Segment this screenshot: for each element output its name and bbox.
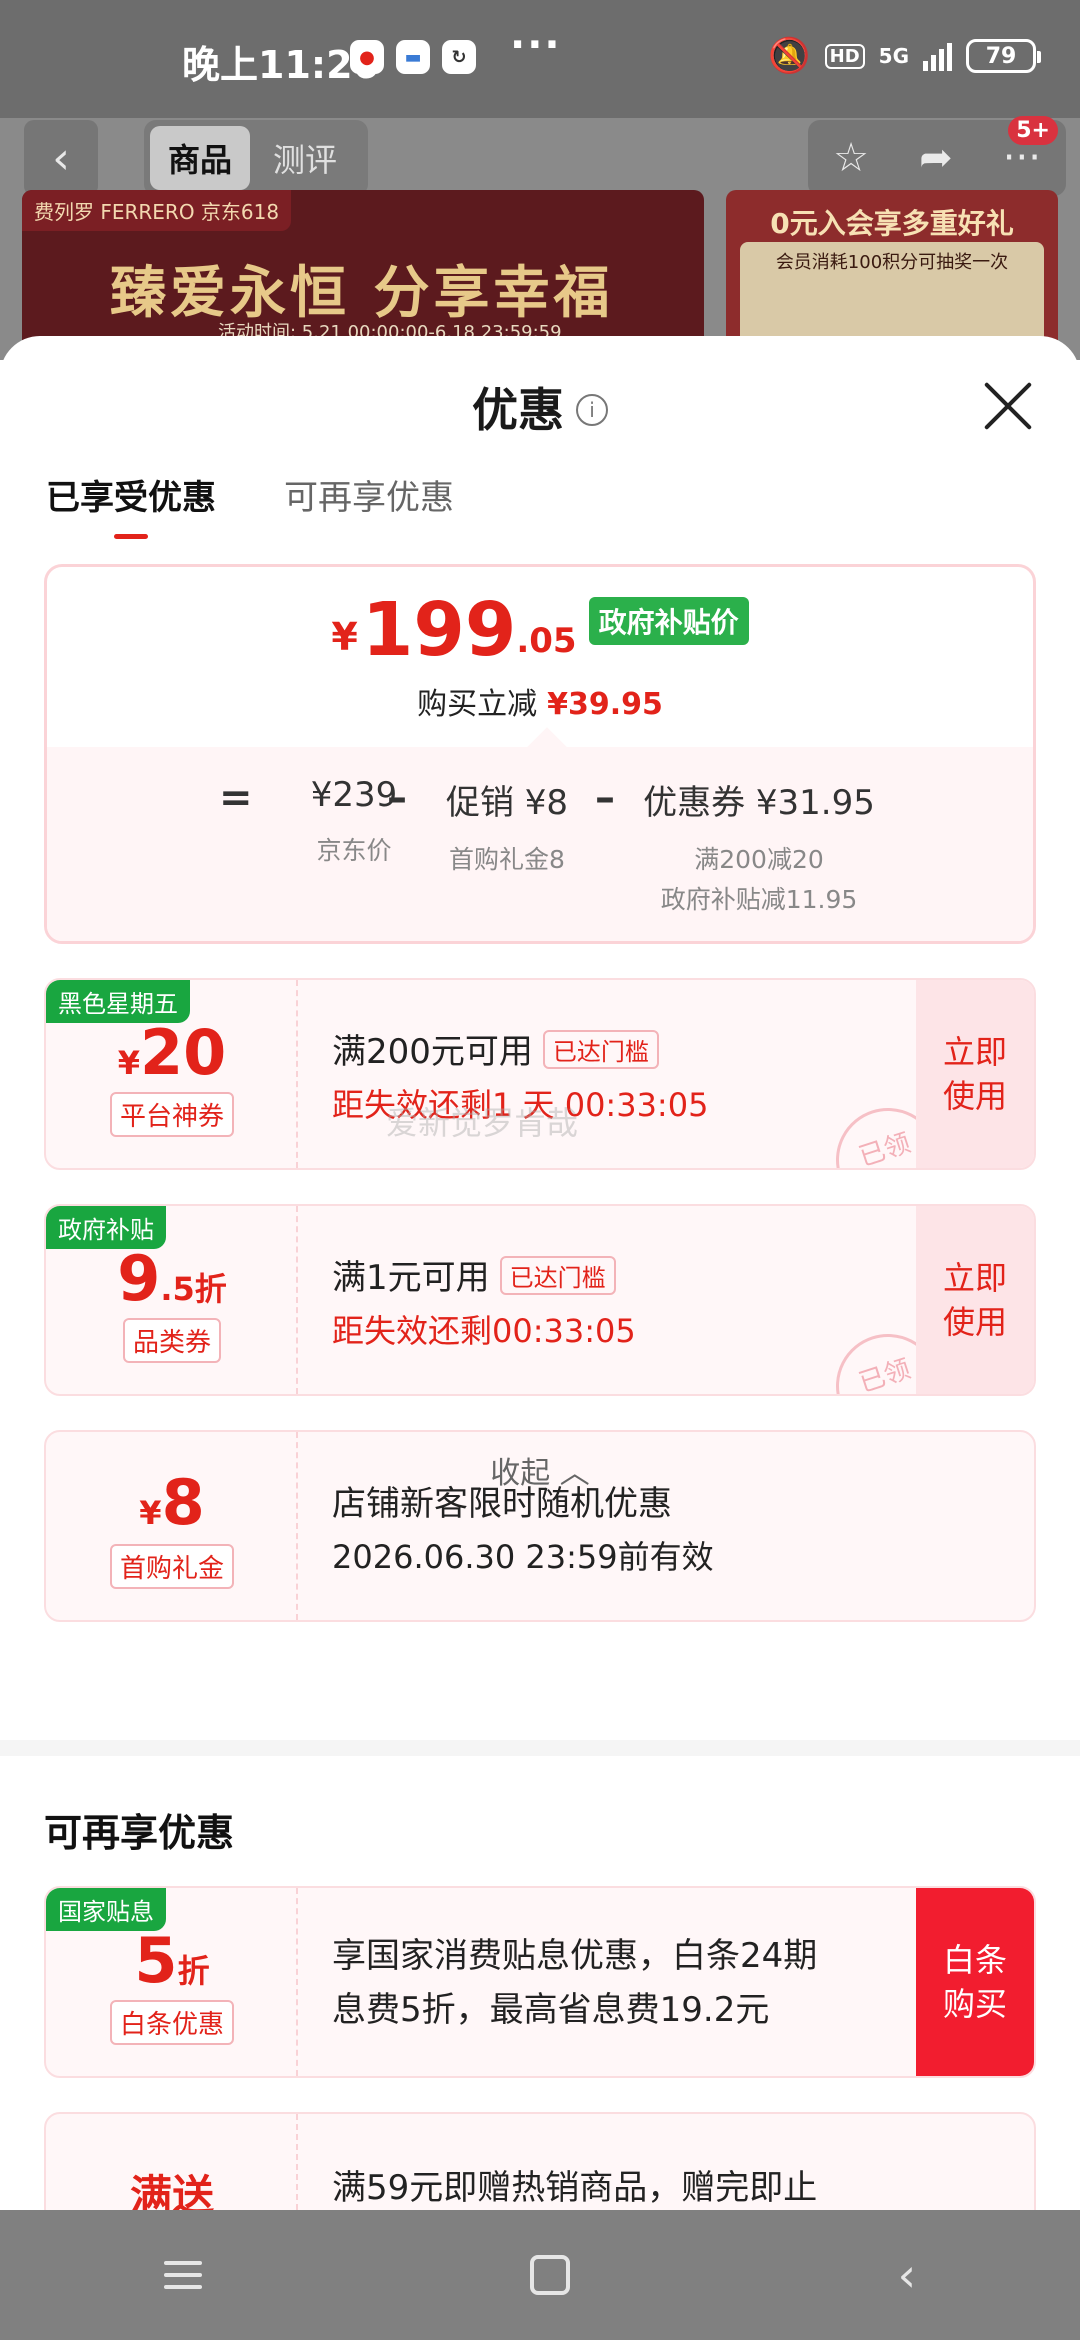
jd-price-label: 京东价 <box>316 836 392 865</box>
gift-promo-text: 满59元即赠热销商品，赠完即止 <box>332 2168 818 2208</box>
discount-tabs: 已享受优惠 可再享优惠 <box>46 470 454 539</box>
baitiao-line-1: 享国家消费贴息优惠，白条24期 <box>332 1936 818 1976</box>
coupon-type: 品类券 <box>46 1318 298 1363</box>
reduce-line: 购买立减 ¥39.95 <box>47 679 1033 723</box>
jd-price-col: ¥239 京东价 <box>269 775 439 871</box>
baitiao-card: 国家贴息 5折 白条优惠 享国家消费贴息优惠，白条24期 息费5折，最高省息费1… <box>44 1886 1036 2078</box>
discount-sheet: 优惠 i 已享受优惠 可再享优惠 ¥ 199 .05 政府补贴价 购买立减 ¥39.… <box>0 336 1080 2210</box>
use-now-button[interactable]: 立即使用 <box>916 1206 1034 1394</box>
coupon-amount: 9.5折 <box>117 1242 227 1315</box>
tab-more-available[interactable]: 可再享优惠 <box>284 470 454 539</box>
price-decimal: .05 <box>516 621 577 661</box>
home-icon[interactable] <box>529 2255 570 2295</box>
gift-word: 满送 <box>129 2171 214 2210</box>
gov-subsidy-tag: 政府补贴价 <box>588 597 749 645</box>
baitiao-line-2: 息费5折，最高省息费19.2元 <box>332 1990 770 2030</box>
promo-value: 促销 ¥8 <box>445 783 569 823</box>
collapse-button[interactable]: 收起 ︿ <box>0 1448 1080 1492</box>
chevron-up-icon: ︿ <box>559 1456 590 1491</box>
overlay-dim <box>0 0 1080 360</box>
coupon-condition: 满1元可用 已达门槛 <box>332 1250 616 1299</box>
reduce-value: ¥39.95 <box>547 687 663 722</box>
jd-price: ¥239 <box>310 775 398 815</box>
coupon-expire: 距失效还剩00:33:05 <box>332 1312 636 1350</box>
minus-sign-2: – <box>595 775 615 821</box>
tab-enjoyed[interactable]: 已享受优惠 <box>46 470 216 539</box>
equals-sign: = <box>219 775 253 821</box>
coupon-label-2: 政府补贴减11.95 <box>660 885 858 914</box>
background-page: 晚上11:26 ● ▬ ↻ ··· 🔕 HD 5G 79 ‹ 商品 测评 ☆ ➦… <box>0 0 1080 360</box>
coupon-value: 优惠券 ¥31.95 <box>643 783 875 823</box>
baitiao-buy-button[interactable]: 白条购买 <box>916 1888 1034 2076</box>
reduce-label: 购买立减 <box>417 687 538 722</box>
close-button[interactable] <box>982 380 1034 432</box>
minus-sign-1: – <box>387 775 407 821</box>
discount-type: 白条优惠 <box>46 2000 298 2045</box>
coupon-label-1: 满200减20 <box>694 845 824 874</box>
sheet-title-row: 优惠 i <box>0 374 1080 440</box>
coupon-col: 优惠券 ¥31.95 满200减20 政府补贴减11.95 <box>629 775 889 920</box>
use-now-button[interactable]: 立即使用 <box>916 980 1034 1168</box>
section-title: 可再享优惠 <box>44 1811 235 1855</box>
gift-type: 首购礼金 <box>46 1544 298 1589</box>
promo-label: 首购礼金8 <box>449 845 565 874</box>
coupon-condition: 满200元可用 已达门槛 <box>332 1024 659 1073</box>
gift-promo-card[interactable]: 满送 满59元即赠热销商品，赠完即止 › <box>44 2112 1036 2210</box>
price-formula: = ¥239 京东价 – 促销 ¥8 首购礼金8 – 优惠券 ¥31.95 满2… <box>47 767 1033 937</box>
watermark: 爱新觉罗肯哉 <box>386 1104 579 1142</box>
coupon-type: 平台神券 <box>46 1092 298 1137</box>
info-icon[interactable]: i <box>576 393 608 426</box>
sheet-title: 优惠 <box>472 383 564 437</box>
threshold-badge: 已达门槛 <box>499 1256 616 1295</box>
coupon-card-category: 政府补贴 9.5折 品类券 满1元可用 已达门槛 距失效还剩00:33:05 已领… <box>44 1204 1036 1396</box>
collapse-label: 收起 <box>490 1456 551 1491</box>
price-integer: 199 <box>361 587 517 673</box>
coupon-amount: ¥20 <box>117 1016 227 1089</box>
gift-expire: 2026.06.30 23:59前有效 <box>332 1538 714 1576</box>
chevron-right-icon: › <box>984 2200 998 2210</box>
back-icon[interactable]: ‹ <box>898 2248 916 2302</box>
system-nav-bar: ‹ <box>0 2210 1080 2340</box>
price-summary-card: ¥ 199 .05 政府补贴价 购买立减 ¥39.95 = ¥239 京东价 – … <box>44 564 1036 944</box>
section-divider <box>0 1740 1080 1756</box>
menu-icon[interactable] <box>163 2261 202 2289</box>
final-price: ¥ 199 .05 政府补贴价 <box>47 593 1033 667</box>
coupon-card-platform: 黑色星期五 ¥20 平台神券 满200元可用 已达门槛 距失效还剩1 天 00:3… <box>44 978 1036 1170</box>
currency-symbol: ¥ <box>331 615 358 659</box>
discount-amount: 5折 <box>134 1924 210 1997</box>
promo-col: 促销 ¥8 首购礼金8 <box>427 775 587 880</box>
threshold-badge: 已达门槛 <box>542 1030 659 1069</box>
